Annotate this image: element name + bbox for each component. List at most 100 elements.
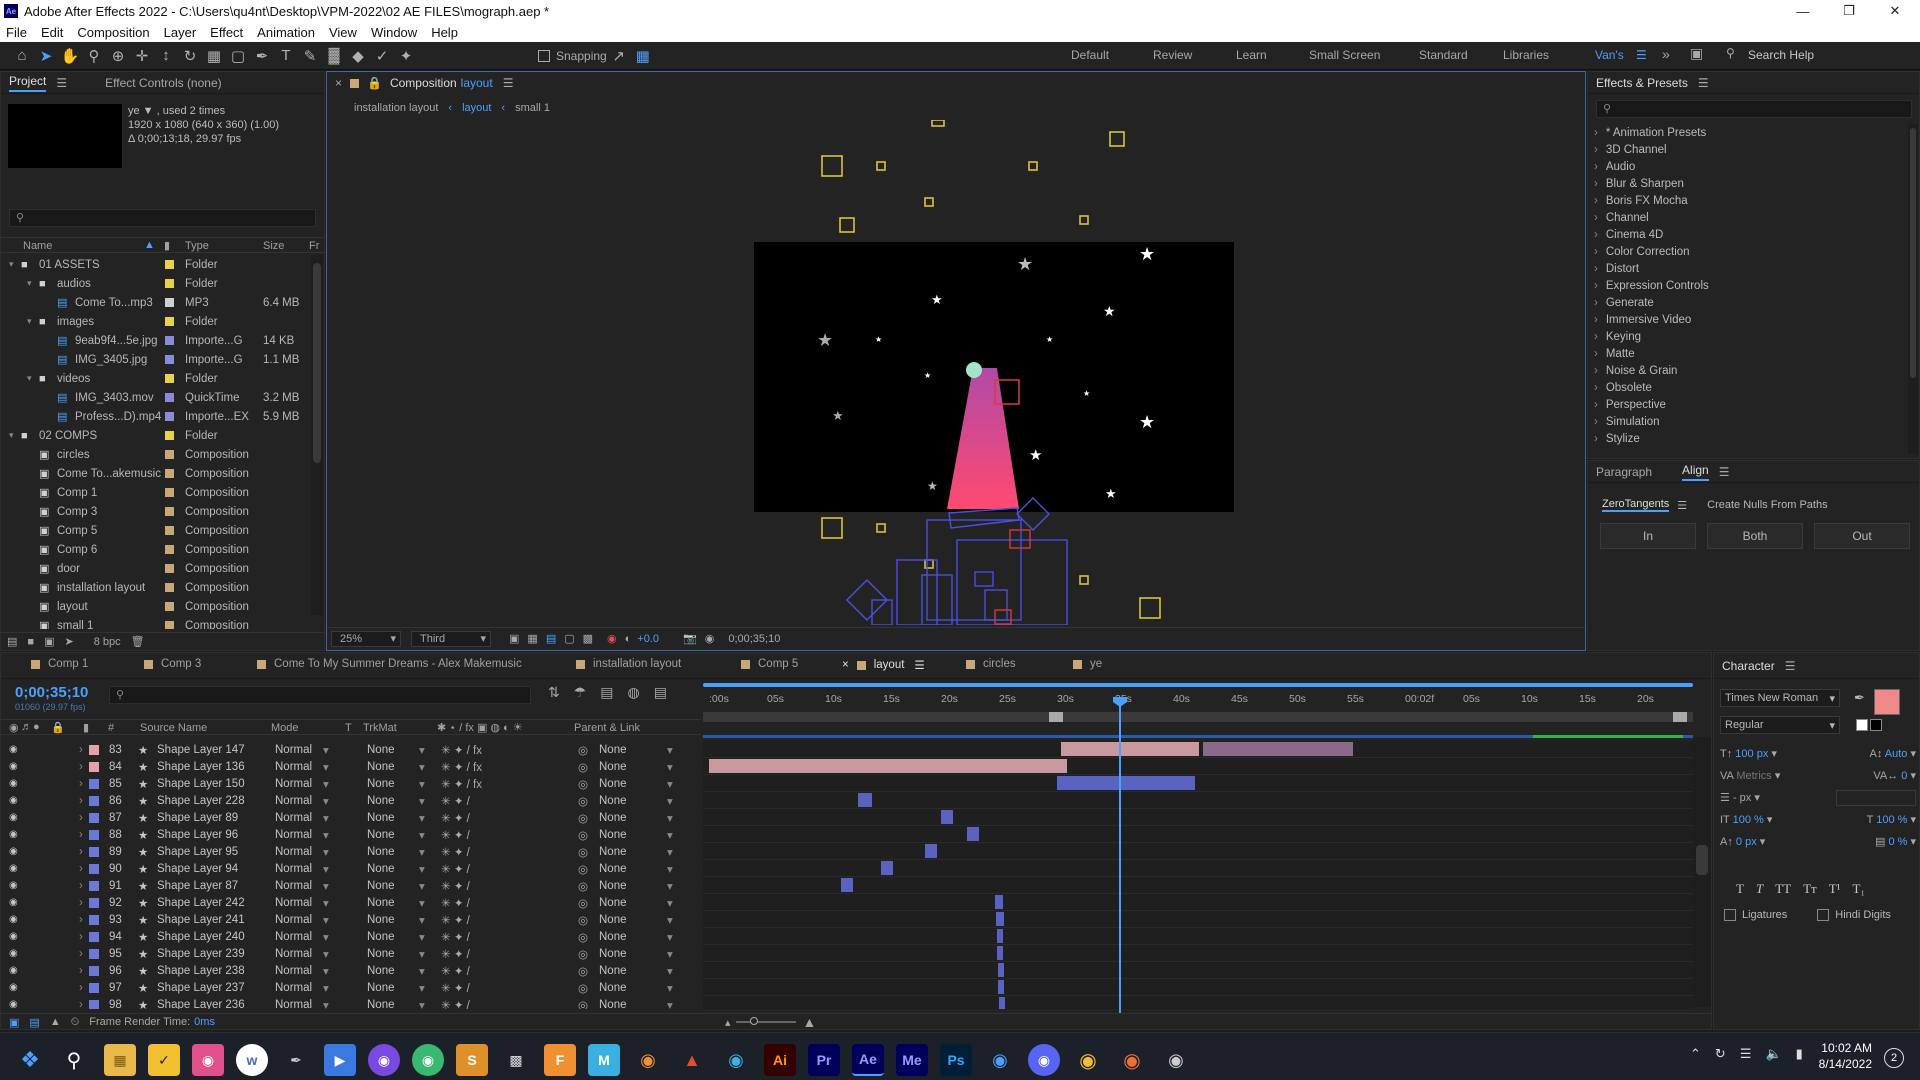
timeline-tab[interactable]: Comp 1 — [31, 658, 88, 670]
color-channels-icon[interactable]: ◉ — [607, 632, 617, 645]
chevron-down-icon[interactable]: ▾ — [667, 828, 673, 842]
pick-whip-icon[interactable]: ◎ — [578, 947, 588, 961]
minimize-icon[interactable]: — — [1780, 0, 1826, 22]
layer-label-swatch[interactable] — [89, 829, 99, 840]
all-caps-icon[interactable]: TT — [1775, 881, 1791, 897]
workspace-review[interactable]: Review — [1153, 48, 1192, 62]
layer-trkmat[interactable]: None — [367, 863, 395, 875]
current-time-indicator[interactable] — [1119, 698, 1121, 1013]
layer-duration-bar[interactable] — [1061, 742, 1199, 756]
timeline-layer-row[interactable]: ◉ › 83 ★ Shape Layer 147 Normal ▾ None ▾ ✳ ✦ / fx… — [1, 741, 691, 758]
pick-whip-icon[interactable]: ◎ — [578, 930, 588, 944]
layer-label-swatch[interactable] — [89, 982, 99, 993]
font-size-value[interactable]: 100 px — [1735, 748, 1768, 760]
timeline-tab[interactable]: Come To My Summer Dreams - Alex Makemusi… — [257, 658, 522, 670]
chevron-down-icon[interactable]: ▾ — [419, 743, 425, 757]
layer-switches-icon[interactable]: ✳ ✦ / — [441, 998, 470, 1010]
project-item[interactable]: ▣ Comp 1 Composition — [1, 483, 311, 502]
zoom-dropdown[interactable]: 25% ▾ — [331, 630, 401, 647]
effect-category[interactable]: › Blur & Sharpen — [1588, 175, 1906, 192]
zoom-slider[interactable] — [736, 1017, 797, 1025]
layer-mode[interactable]: Normal — [275, 846, 312, 858]
visibility-toggle-icon[interactable]: ◉ — [9, 812, 18, 823]
chevron-down-icon[interactable]: ▾ — [419, 794, 425, 808]
word-app-icon[interactable]: w — [236, 1044, 268, 1076]
chevron-down-icon[interactable]: ▾ — [667, 777, 673, 791]
label-swatch[interactable] — [165, 450, 174, 459]
pick-whip-icon[interactable]: ◎ — [578, 896, 588, 910]
breadcrumb-small-1[interactable]: small 1 — [515, 102, 550, 114]
visibility-toggle-icon[interactable]: ◉ — [9, 744, 18, 755]
chevron-down-icon[interactable]: ▾ — [419, 879, 425, 893]
bpc-label[interactable]: 8 bpc — [94, 636, 121, 648]
effect-category[interactable]: › Color Correction — [1588, 243, 1906, 260]
effect-category[interactable]: › Boris FX Mocha — [1588, 192, 1906, 209]
puppet-tool-icon[interactable]: ✦ — [394, 45, 418, 67]
chevron-down-icon[interactable]: ▾ — [667, 811, 673, 825]
expand-chevron-icon[interactable]: ▾ — [9, 259, 14, 270]
chevron-down-icon[interactable]: ▾ — [667, 947, 673, 961]
file-explorer-icon[interactable]: ▦ — [104, 1044, 136, 1076]
menu-effect[interactable]: Effect — [210, 25, 243, 40]
close-icon[interactable]: ✕ — [1872, 0, 1918, 22]
effects-search-input[interactable]: ⚲ — [1596, 100, 1912, 118]
layer-switches-icon[interactable]: ✳ ✦ / — [441, 828, 470, 842]
col-type[interactable]: Type — [185, 240, 209, 252]
rectangle-tool-icon[interactable]: ▢ — [226, 45, 250, 67]
chevron-down-icon[interactable]: ▾ — [419, 947, 425, 961]
layer-mode[interactable]: Normal — [275, 744, 312, 756]
visibility-toggle-icon[interactable]: ◉ — [9, 829, 18, 840]
layer-duration-bar[interactable] — [941, 810, 953, 824]
project-item[interactable]: ▾ ■ 02 COMPS Folder — [1, 426, 311, 445]
timeline-tab[interactable]: circles — [966, 658, 1016, 670]
hindi-digits-checkbox[interactable] — [1817, 909, 1830, 921]
layer-name[interactable]: Shape Layer 95 — [157, 846, 238, 858]
chrome-app-icon[interactable]: ◉ — [1072, 1044, 1104, 1076]
snap-edges-icon[interactable]: ↗ — [607, 45, 631, 67]
layer-parent[interactable]: None — [599, 863, 627, 875]
visibility-toggle-icon[interactable]: ◉ — [9, 846, 18, 857]
create-nulls-tab[interactable]: Create Nulls From Paths — [1707, 499, 1827, 511]
pick-whip-icon[interactable]: ◎ — [578, 811, 588, 825]
transfer-controls-icon[interactable]: ▤ — [29, 1016, 39, 1029]
layer-switches-icon[interactable]: ✳ ✦ / — [441, 879, 470, 893]
layer-trkmat[interactable]: None — [367, 948, 395, 960]
timeline-layer-row[interactable]: ◉ › 98 ★ Shape Layer 236 Normal ▾ None ▾ ✳ ✦ / ◎ No… — [1, 996, 691, 1009]
pick-whip-icon[interactable]: ◎ — [578, 760, 588, 774]
project-item[interactable]: ▾ ■ audios Folder — [1, 274, 311, 293]
layer-parent[interactable]: None — [599, 829, 627, 841]
effects-presets-title[interactable]: Effects & Presets — [1596, 76, 1688, 90]
comp-flowchart-icon[interactable]: ⇅ — [548, 684, 560, 701]
chevron-down-icon[interactable]: ▾ — [323, 845, 329, 859]
character-title[interactable]: Character — [1722, 659, 1775, 673]
effect-category[interactable]: › * Animation Presets — [1588, 124, 1906, 141]
project-item[interactable]: ▤ IMG_3405.jpg Importe...G 1.1 MB — [1, 350, 311, 369]
project-item[interactable]: ▣ small 1 Composition — [1, 616, 311, 629]
pick-whip-icon[interactable]: ◎ — [578, 879, 588, 893]
expand-chevron-icon[interactable]: › — [79, 778, 83, 790]
expand-chevron-icon[interactable]: › — [79, 812, 83, 824]
effect-category[interactable]: › Cinema 4D — [1588, 226, 1906, 243]
expand-chevron-icon[interactable]: ▾ — [27, 316, 32, 327]
layer-parent[interactable]: None — [599, 948, 627, 960]
expand-chevron-icon[interactable]: ▾ — [9, 430, 14, 441]
pick-whip-icon[interactable]: ◎ — [578, 862, 588, 876]
label-swatch[interactable] — [165, 507, 174, 516]
label-swatch[interactable] — [165, 393, 174, 402]
layer-duration-bar[interactable] — [858, 793, 872, 807]
layer-switches-icon[interactable]: ✳ ✦ / — [441, 845, 470, 859]
layer-mode[interactable]: Normal — [275, 982, 312, 994]
tsume-value[interactable]: 0 % — [1888, 836, 1907, 848]
snapshot-icon[interactable]: 📷 — [683, 632, 697, 645]
timeline-tab[interactable]: Comp 3 — [144, 658, 201, 670]
timeline-layer-row[interactable]: ◉ › 88 ★ Shape Layer 96 Normal ▾ None ▾ ✳ ✦ / ◎ Non… — [1, 826, 691, 843]
visibility-toggle-icon[interactable]: ◉ — [9, 914, 18, 925]
label-swatch[interactable] — [165, 355, 174, 364]
pick-whip-icon[interactable]: ◎ — [578, 794, 588, 808]
navigator-start-handle[interactable] — [1049, 712, 1063, 722]
show-snapshot-icon[interactable]: ◉ — [705, 632, 715, 645]
superscript-icon[interactable]: T¹ — [1829, 881, 1841, 897]
layer-duration-bar[interactable] — [709, 759, 1067, 773]
pick-whip-icon[interactable]: ◎ — [578, 981, 588, 995]
pick-whip-icon[interactable]: ◎ — [578, 743, 588, 757]
